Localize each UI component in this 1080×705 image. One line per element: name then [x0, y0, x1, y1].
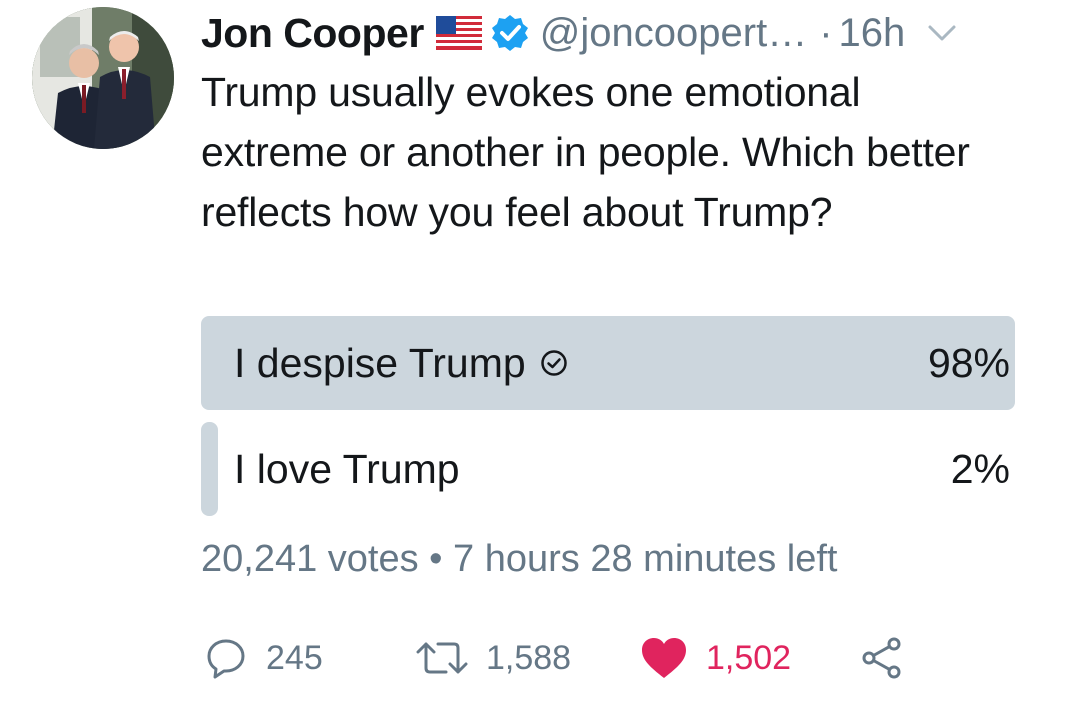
- tweet-header: Jon Cooper @joncoopert… · 16h: [201, 8, 1050, 58]
- poll-meta-bullet: •: [429, 538, 443, 580]
- poll-option-1: I despise Trump 98%: [201, 316, 1032, 410]
- verified-badge-icon: [491, 15, 528, 51]
- like-button[interactable]: 1,502: [640, 630, 791, 686]
- poll-option-2: I love Trump 2%: [201, 422, 1032, 516]
- poll-option-percent-1: 98%: [927, 339, 1010, 386]
- timestamp[interactable]: 16h: [839, 11, 906, 56]
- reply-count: 245: [266, 638, 323, 677]
- separator-dot: ·: [819, 10, 833, 55]
- retweet-icon: [416, 642, 468, 674]
- poll-meta: 20,241 votes • 7 hours 28 minutes left: [201, 538, 837, 581]
- share-icon: [862, 637, 901, 679]
- tweet-actions: 245 1,588 1,502: [0, 630, 1080, 686]
- author-name[interactable]: Jon Cooper: [201, 10, 424, 57]
- heart-icon: [642, 638, 686, 678]
- share-button[interactable]: [860, 630, 922, 686]
- retweet-button[interactable]: 1,588: [416, 630, 571, 686]
- tweet-text: Trump usually evokes one emotional extre…: [201, 69, 970, 235]
- poll-option-label-2: I love Trump: [234, 445, 460, 492]
- retweet-count: 1,588: [486, 638, 572, 677]
- like-count: 1,502: [706, 638, 792, 677]
- us-flag-icon: [435, 16, 482, 50]
- author-handle[interactable]: @joncoopert…: [540, 11, 807, 56]
- reply-button[interactable]: 245: [204, 630, 323, 686]
- poll-option-label-1: I despise Trump: [234, 339, 526, 386]
- reply-icon: [207, 639, 245, 679]
- poll-option-percent-2: 2%: [950, 445, 1010, 492]
- avatar[interactable]: [32, 7, 174, 149]
- chevron-down-icon[interactable]: [927, 23, 957, 43]
- checkmark-circle-icon: [540, 350, 567, 376]
- poll-votes: 20,241 votes: [201, 538, 419, 580]
- poll-bar-2: [201, 422, 218, 516]
- poll-time-left: 7 hours 28 minutes left: [453, 538, 838, 580]
